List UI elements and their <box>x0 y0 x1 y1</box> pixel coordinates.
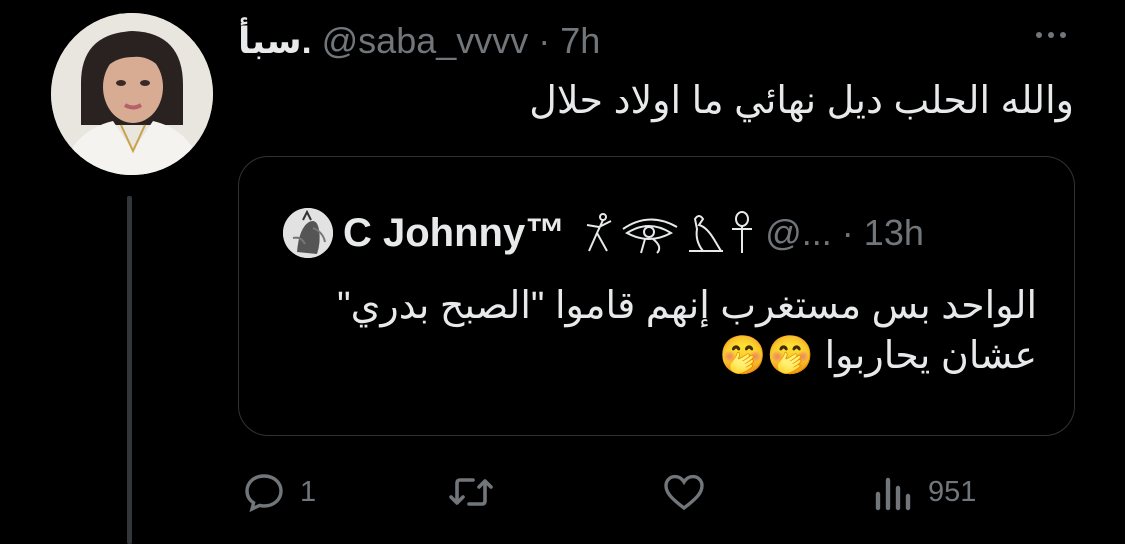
eye-of-horus-icon <box>622 218 678 254</box>
tweet-header: سبأ. @saba_vvvv · 7h <box>238 16 600 66</box>
like-button[interactable] <box>660 462 720 522</box>
dancer-glyph-icon <box>587 213 612 252</box>
avatar[interactable] <box>51 13 213 175</box>
more-options-icon[interactable] <box>1029 17 1073 53</box>
quoted-timestamp[interactable]: 13h <box>864 212 924 254</box>
quoted-tweet-header: C Johnny™ @... · 13h <box>283 205 924 261</box>
views-count: 951 <box>928 475 977 508</box>
views-icon <box>875 477 911 511</box>
tweet-text: والله الحلب ديل نهائي ما اولاد حلال <box>529 80 1074 122</box>
views-button[interactable]: 951 <box>872 462 976 522</box>
quoted-handle[interactable]: @... <box>765 212 832 254</box>
separator-dot: · <box>538 20 551 61</box>
retweet-button[interactable] <box>446 462 508 522</box>
reply-button[interactable]: 1 <box>240 462 316 522</box>
timestamp[interactable]: 7h <box>560 20 600 62</box>
handle[interactable]: @saba_vvvv <box>322 20 529 62</box>
falcon-glyph-icon <box>689 215 724 252</box>
profile-photo <box>51 13 213 175</box>
quoted-avatar[interactable] <box>283 208 333 258</box>
ankh-icon <box>732 211 753 253</box>
reply-icon <box>245 474 283 513</box>
quoted-tweet-text: الواحد بس مستغرب إنهم قاموا "الصبح بدري"… <box>337 285 1037 377</box>
reply-count: 1 <box>300 475 317 508</box>
display-name[interactable]: سبأ. <box>238 20 312 62</box>
heart-icon <box>664 474 704 511</box>
separator-dot: · <box>841 212 854 253</box>
quoted-display-name[interactable]: C Johnny™ <box>343 211 565 256</box>
hieroglyph-symbols <box>581 211 755 255</box>
retweet-icon <box>449 478 493 506</box>
action-bar: 1 951 <box>240 462 1040 522</box>
quoted-tweet[interactable]: C Johnny™ @... · 13h الواحد بس مستغرب إن… <box>238 156 1075 436</box>
thread-line <box>127 196 132 544</box>
